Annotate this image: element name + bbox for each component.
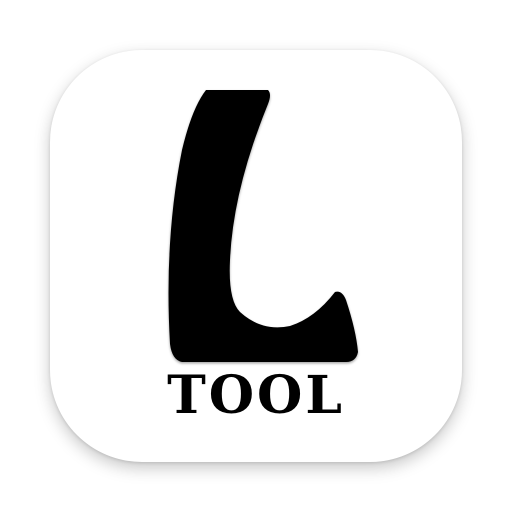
letter-l-icon: [168, 90, 358, 362]
wordmark-text: TOOL: [167, 365, 345, 426]
app-icon[interactable]: TOOL: [0, 0, 512, 512]
letter-l-shape: [168, 90, 358, 362]
